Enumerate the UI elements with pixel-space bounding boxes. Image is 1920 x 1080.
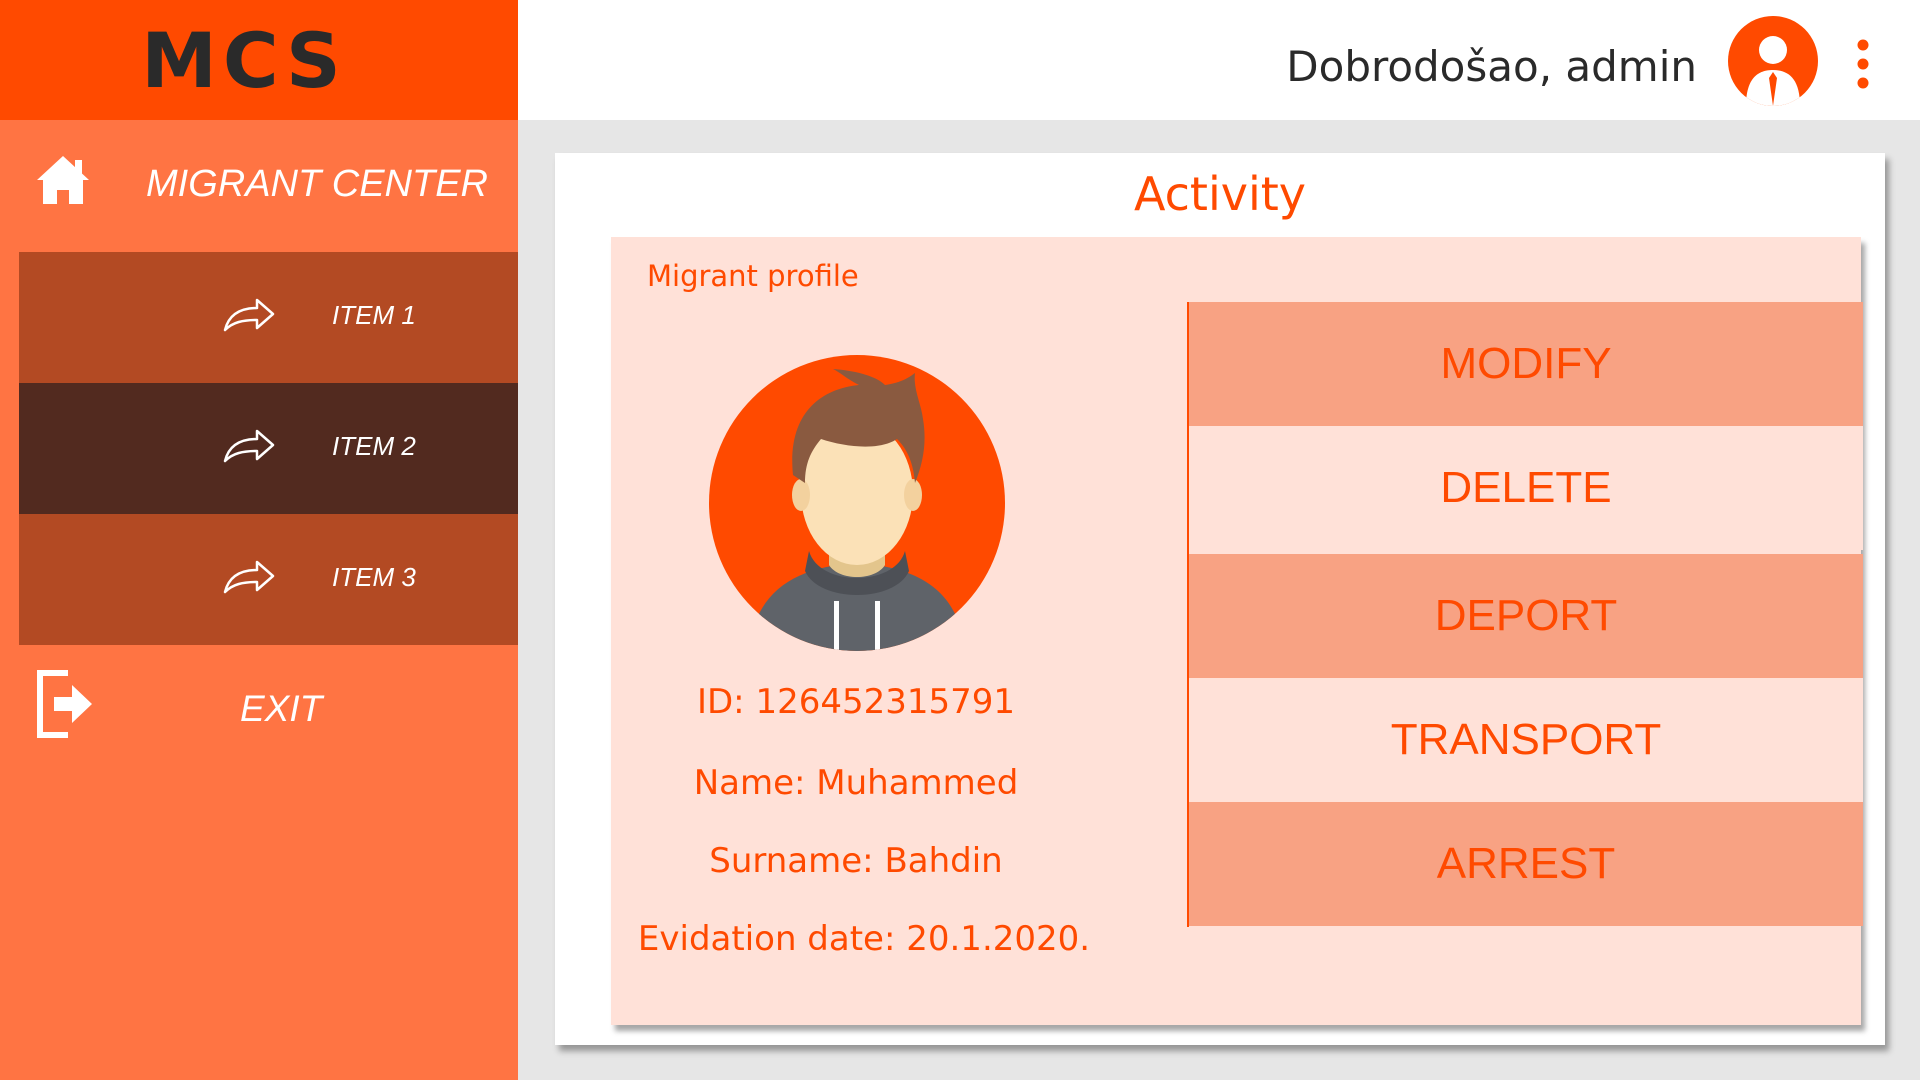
delete-button[interactable]: DELETE bbox=[1189, 426, 1863, 550]
migrant-name: Name: Muhammed bbox=[693, 763, 1019, 803]
page-title: Activity bbox=[1133, 167, 1307, 221]
modify-button[interactable]: MODIFY bbox=[1189, 302, 1863, 426]
share-arrow-icon bbox=[223, 560, 275, 594]
sidebar-item-3[interactable]: ITEM 3 bbox=[19, 514, 518, 645]
kebab-menu-icon[interactable] bbox=[1853, 38, 1873, 90]
section-label: Migrant profile bbox=[647, 259, 859, 293]
sidebar: MCS MIGRANT CENTER ITEM 1 ITEM 2 ITEM 3 … bbox=[0, 0, 518, 1080]
migrant-id: ID: 126452315791 bbox=[696, 682, 1016, 722]
exit-label[interactable]: EXIT bbox=[240, 688, 322, 730]
arrest-button[interactable]: ARREST bbox=[1189, 802, 1863, 926]
share-arrow-icon bbox=[223, 298, 275, 332]
sidebar-item-1[interactable]: ITEM 1 bbox=[19, 252, 518, 383]
sidebar-item-2[interactable]: ITEM 2 bbox=[19, 383, 518, 514]
action-list: MODIFY DELETE DEPORT TRANSPORT ARREST bbox=[1187, 302, 1863, 927]
migrant-evidation-date: Evidation date: 20.1.2020. bbox=[637, 919, 1091, 959]
migrant-profile-panel: Migrant profile ID: 126452315791 Name: M… bbox=[611, 237, 1863, 1025]
sidebar-item-label: ITEM 3 bbox=[332, 562, 416, 592]
brand-header: MCS bbox=[0, 0, 518, 120]
home-icon[interactable] bbox=[34, 152, 92, 208]
deport-button[interactable]: DEPORT bbox=[1189, 554, 1863, 678]
sidebar-item-label: ITEM 1 bbox=[332, 300, 416, 330]
welcome-text: Dobrodošao, admin bbox=[1286, 42, 1697, 91]
migrant-surname: Surname: Bahdin bbox=[709, 841, 1003, 881]
share-arrow-icon bbox=[223, 429, 275, 463]
exit-icon[interactable] bbox=[34, 667, 96, 741]
transport-button[interactable]: TRANSPORT bbox=[1189, 678, 1863, 802]
migrant-photo bbox=[709, 355, 1005, 651]
activity-card: Activity Migrant profile ID: 12645231579… bbox=[555, 153, 1885, 1045]
sidebar-home-label[interactable]: MIGRANT CENTER bbox=[146, 163, 488, 206]
sidebar-item-label: ITEM 2 bbox=[332, 431, 416, 461]
top-bar bbox=[518, 0, 1920, 120]
user-avatar-icon[interactable] bbox=[1728, 16, 1818, 106]
brand-logo: MCS bbox=[141, 15, 347, 105]
